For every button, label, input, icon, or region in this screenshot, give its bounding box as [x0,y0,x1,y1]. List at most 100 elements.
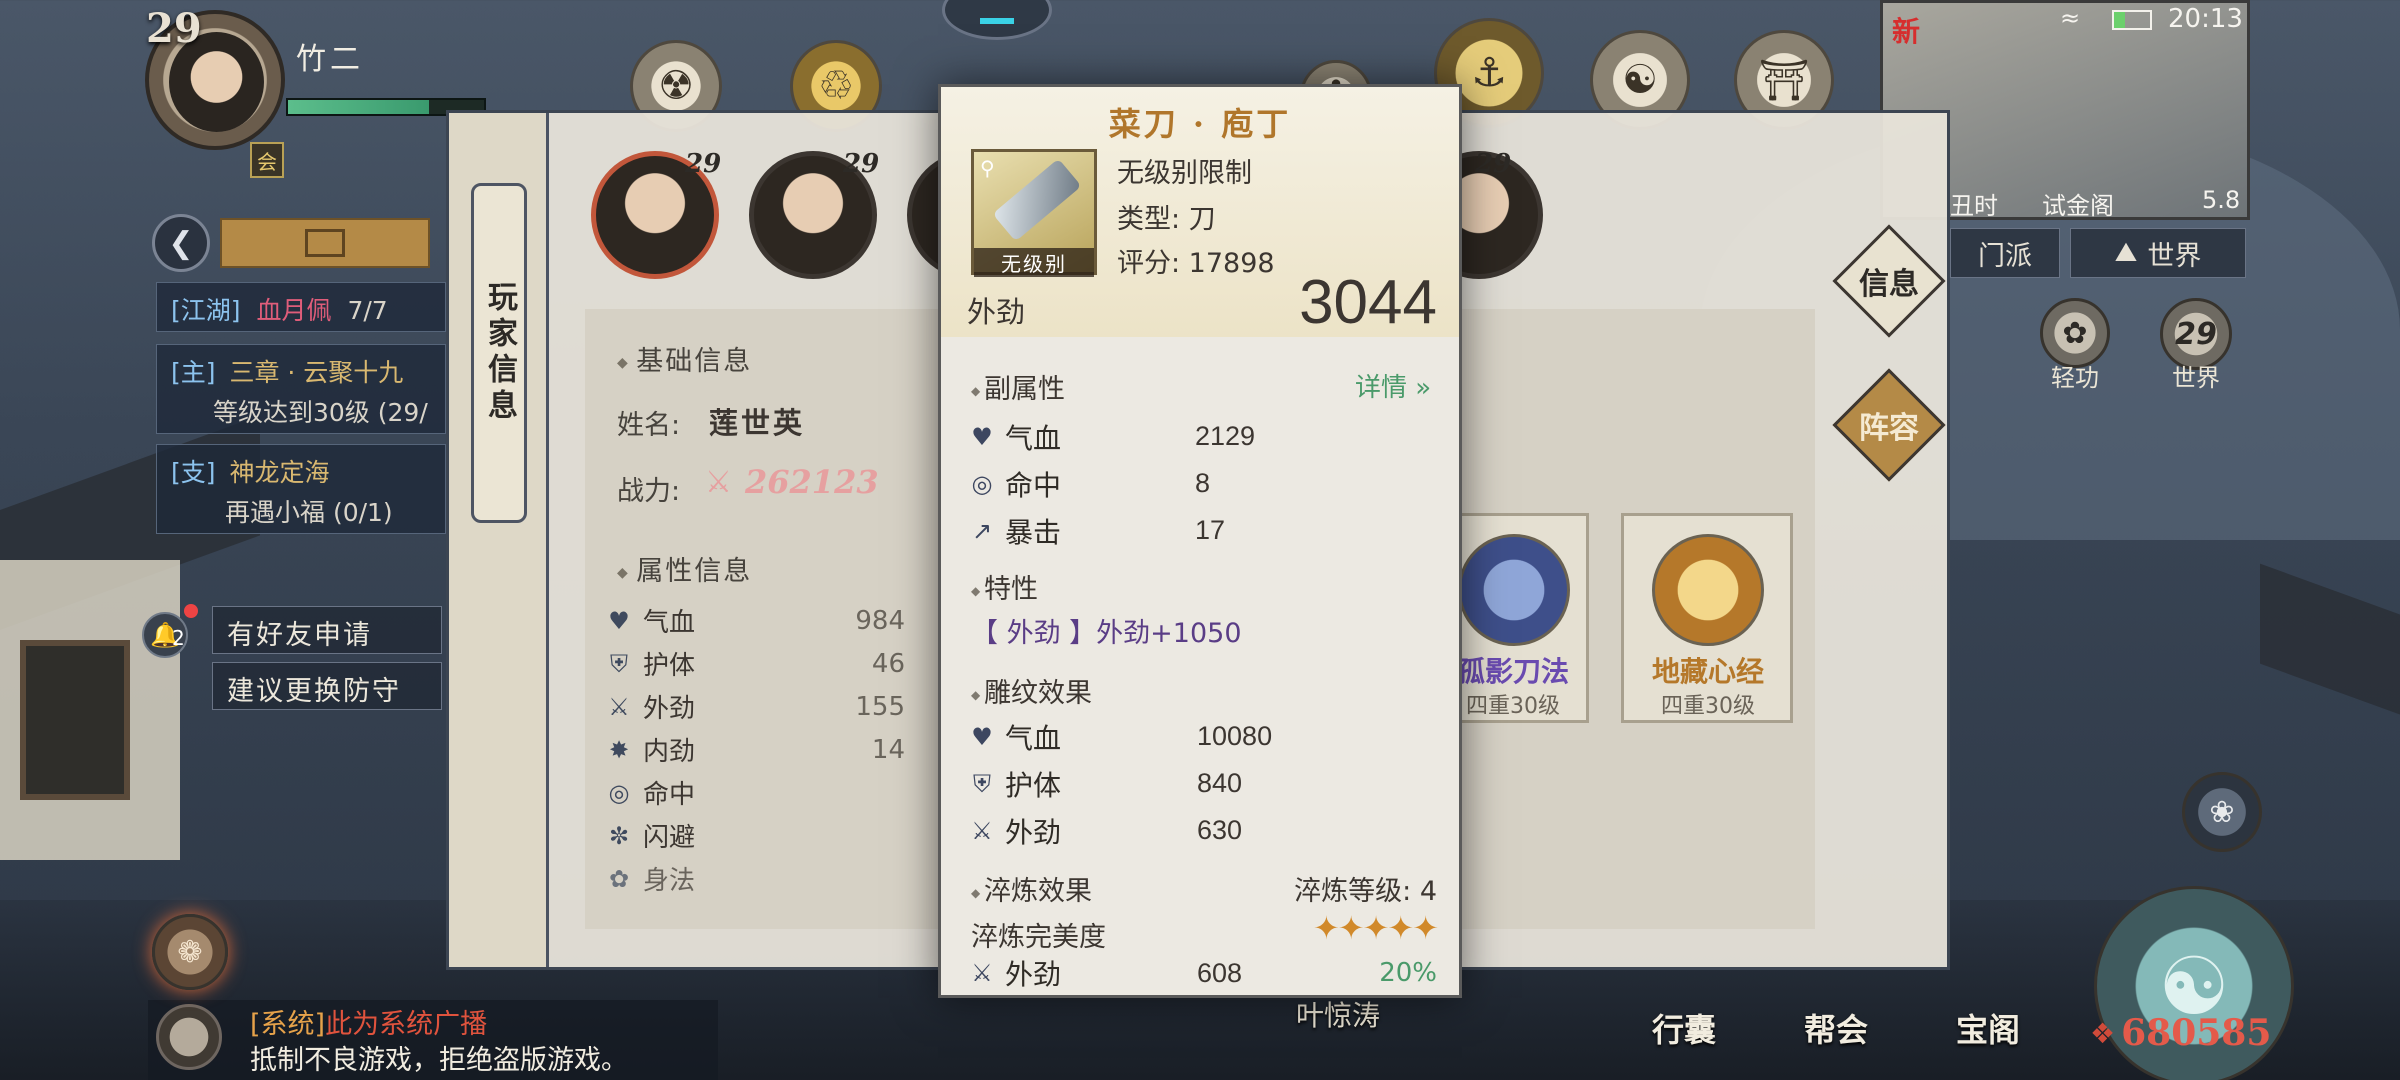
stat-name: 气血 [1005,721,1062,755]
heart-icon: ♥ [971,722,993,751]
item-name: 菜刀 · 庖丁 [1108,105,1292,143]
chat-avatar[interactable] [156,1004,222,1070]
attr-list: ♥ 气血 984 ⛨ 护体 46 ⚔ 外劲 155 ✸ 内劲 14 ◎ 命中 ✼ 闪避 ✿ 身法 [605,599,905,900]
flower-skill-button[interactable]: ❀ [2182,772,2262,852]
sub-stat-row: ↗ 暴击 17 [967,507,1437,554]
attr-name: 外劲 [643,694,696,724]
attr-name: 内劲 [643,737,696,767]
skill-card-2[interactable]: 地藏心经 四重30级 [1621,513,1793,723]
name-value: 莲世英 [709,406,806,440]
quest-jianghu[interactable]: [江湖] 血月佩 7/7 [156,282,446,332]
engrave-stat-list: ♥ 气血 10080 ⛨ 护体 840 ⚔ 外劲 630 [967,713,1437,854]
stat-name: 护体 [1005,768,1062,802]
tab-info-label: 信息 [1859,267,1919,302]
minimap-location: 试金阁 [2042,192,2114,220]
skill-orb-1 [1458,534,1570,646]
hero-level-2: 29 [843,149,880,179]
guild-button[interactable]: 帮会 [1804,1005,1868,1051]
attr-row: ⛨ 护体 46 [605,642,905,685]
quest-scroll-tab[interactable] [220,218,430,268]
power-label: 战力: [617,476,681,507]
battery-fill [2114,12,2125,28]
notice-count-badge: 2 [172,626,185,650]
engrave-stat-row: ⛨ 护体 840 [967,760,1437,807]
attr-row: ⚔ 外劲 155 [605,685,905,728]
attr-row: ◎ 命中 [605,771,905,814]
refine-heading: 淬炼效果 [971,869,1092,908]
heart-icon: ♥ [971,422,993,451]
sub-stat-row: ◎ 命中 8 [967,460,1437,507]
notice-dot [184,604,198,618]
vip-badge[interactable]: 会 [250,142,284,178]
target-icon: ◎ [971,469,993,498]
engrave-stat-row: ⚔ 外劲 630 [967,807,1437,854]
quest-detail: 等级达到30级 (29/ [213,398,428,427]
stat-name: 气血 [1005,421,1062,455]
player-name: 竹二 [296,42,364,77]
friend-request-notice[interactable]: 有好友申请 [212,606,442,654]
attr-name: 闪避 [643,823,696,853]
stat-value: 8 [1195,468,1211,498]
detail-link-label: 详情 [1355,373,1408,403]
main-stat-name: 外劲 [967,295,1026,329]
tab-world[interactable]: ⛰ 世界 [2070,228,2246,278]
sword-icon: ⚔ [971,959,993,987]
attr-row: ✸ 内劲 14 [605,728,905,771]
quest-tag: [支] [171,458,216,487]
power-swords-icon: ⚔ [705,465,732,500]
quest-name: 血月佩 [256,296,332,325]
tab-lineup[interactable]: 阵容 [1832,368,1946,482]
background-window [20,640,130,800]
minimap-time: 丑时 [1950,192,1998,220]
attr-row: ✿ 身法 [605,857,905,900]
power-display: ❖ 680585 [2090,1012,2271,1054]
chat-message: 抵制不良游戏，拒绝盗版游戏。 [250,1045,628,1076]
scroll-icon [305,229,345,257]
quest-main[interactable]: [主] 三章 · 云聚十九 等级达到30级 (29/ [156,344,446,434]
trait-heading: 特性 [971,567,1038,606]
refine-stat-row: ⚔ 外劲 608 20% [967,955,1437,992]
item-tooltip: 菜刀 · 庖丁 ⚲ 无级别 无级别限制 类型: 刀 评分: 17898 外劲 3… [938,84,1462,998]
target-icon: ◎ [608,778,630,807]
suggest-armor-notice[interactable]: 建议更换防守 [212,662,442,710]
sub-stat-row: ♥ 气血 2129 [967,413,1437,460]
tab-world-label: 世界 [2147,240,2202,272]
shield-icon: ⛨ [973,769,991,798]
player-level: 29 [146,5,202,52]
chat-line-1: [系统]此为系统广播 [250,1002,487,1041]
power-value: 680585 [2121,1012,2272,1054]
qinggong-label: 轻功 [2051,364,2099,392]
center-top-indicator-glow [980,18,1014,24]
chevron-left-icon: ❮ [168,225,194,261]
detail-link[interactable]: 详情 » [1355,367,1431,404]
attr-row: ♥ 气血 984 [605,599,905,642]
heart-icon: ♥ [608,606,630,635]
tab-player-info[interactable]: 玩家信息 [471,183,527,523]
stat-name: 外劲 [1005,958,1062,991]
magnifier-icon: ⚲ [980,156,995,180]
tab-info[interactable]: 信息 [1832,224,1946,338]
player-hp-fill [288,100,430,114]
item-icon: ⚲ 无级别 [971,149,1097,277]
dodge-icon: ✼ [608,821,630,850]
tab-sect[interactable]: 门派 [1950,228,2060,278]
lotus-button[interactable]: ❁ [152,914,228,990]
minimap-distance: 5.8 [2202,186,2241,214]
panel-spine: 玩家信息 [449,113,549,967]
collapse-quests-button[interactable]: ❮ [152,214,210,272]
star-icon: ✦ [1312,909,1340,947]
skill-level-2: 四重30级 [1661,694,1755,719]
attr-value: 984 [855,605,905,636]
power-icon: ❖ [2090,1016,2116,1050]
quest-side[interactable]: [支] 神龙定海 再遇小福 (0/1) [156,444,446,534]
attr-heading: 属性信息 [617,549,752,588]
sword-icon: ⚔ [608,692,630,721]
quest-tag: [江湖] [171,296,241,325]
stat-percent: 20% [1379,958,1437,988]
treasure-button[interactable]: 宝阁 [1956,1005,2020,1051]
attr-value: 155 [855,691,905,722]
tab-lineup-label: 阵容 [1859,411,1919,446]
sub-stat-list: ♥ 气血 2129 ◎ 命中 8 ↗ 暴击 17 [967,413,1437,554]
bag-button[interactable]: 行囊 [1652,1005,1716,1051]
basic-info-heading: 基础信息 [617,339,752,378]
